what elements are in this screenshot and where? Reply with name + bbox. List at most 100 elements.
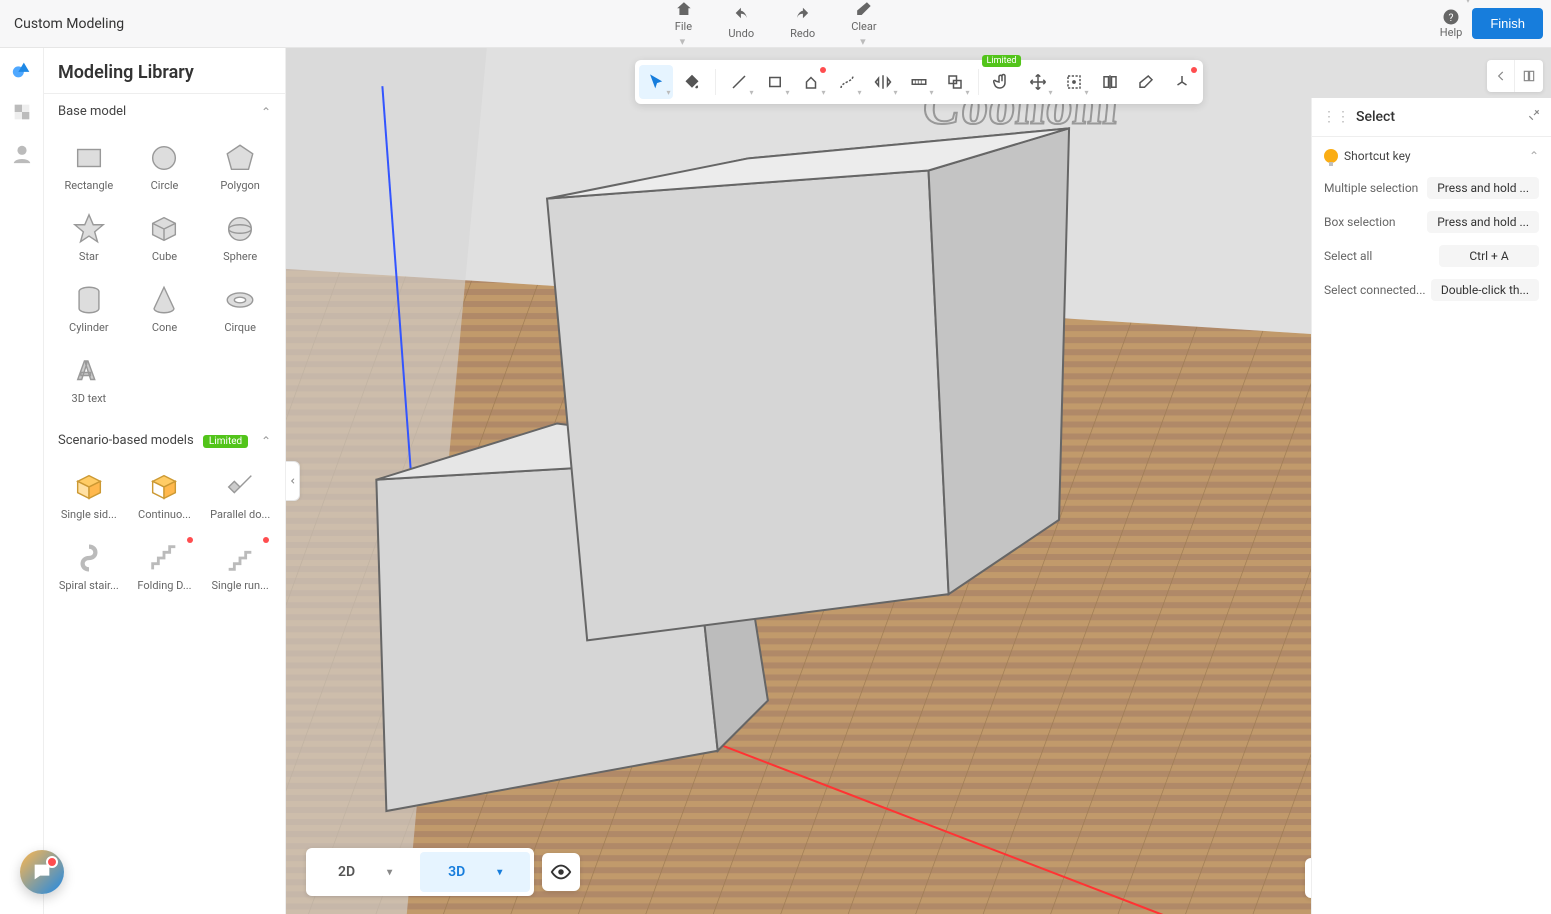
view-segment: 2D ▾ 3D ▾ bbox=[306, 848, 534, 896]
scenario-single-sided[interactable]: Single sid... bbox=[54, 462, 124, 527]
chat-icon bbox=[31, 861, 53, 883]
shape-label: Cylinder bbox=[69, 321, 109, 334]
base-model-grid: Rectangle Circle Polygon Star Cube Spher… bbox=[44, 129, 285, 423]
tool-paint[interactable] bbox=[675, 65, 709, 99]
eye-icon bbox=[550, 861, 572, 883]
toolbar-separator bbox=[978, 69, 979, 95]
shape-polygon[interactable]: Polygon bbox=[205, 133, 275, 198]
redo-icon bbox=[794, 7, 812, 25]
scenario-label-text: Parallel do... bbox=[210, 508, 270, 521]
new-indicator bbox=[187, 537, 193, 543]
drag-handle-icon[interactable]: ⋮⋮ bbox=[1322, 109, 1350, 125]
chevron-up-icon: ⌃ bbox=[1529, 149, 1539, 163]
view-mode-toggle: 2D ▾ 3D ▾ bbox=[306, 848, 580, 896]
shape-3d-text[interactable]: A 3D text bbox=[54, 346, 124, 411]
shortcut-value: Press and hold ... bbox=[1427, 211, 1539, 233]
help-button[interactable]: ? Help ▾ bbox=[1440, 8, 1463, 39]
polygon-icon bbox=[223, 141, 257, 175]
modeling-tab[interactable] bbox=[10, 58, 34, 82]
clear-label: Clear bbox=[851, 20, 876, 33]
shortcut-row: Select connected... Double-click th... bbox=[1312, 273, 1551, 307]
cone-icon bbox=[147, 283, 181, 317]
text-3d-icon: A bbox=[72, 354, 106, 388]
tool-push-pull[interactable]: ▾ bbox=[794, 65, 828, 99]
scenario-single-run[interactable]: Single run... bbox=[205, 533, 275, 598]
spiral-icon bbox=[72, 541, 106, 575]
path-icon bbox=[838, 73, 856, 91]
chat-fab-button[interactable] bbox=[20, 850, 64, 894]
collapse-corner-icon bbox=[1527, 108, 1541, 122]
view-3d-button[interactable]: 3D ▾ bbox=[420, 852, 530, 892]
panel-toggle-buttons bbox=[1487, 60, 1543, 92]
toggle-grid-panel[interactable] bbox=[1515, 60, 1543, 92]
chevron-down-icon: ▾ bbox=[860, 35, 866, 48]
shape-cube[interactable]: Cube bbox=[130, 204, 200, 269]
tool-rect[interactable]: ▾ bbox=[758, 65, 792, 99]
tool-move[interactable]: ▾ bbox=[1021, 65, 1055, 99]
tool-path[interactable]: ▾ bbox=[830, 65, 864, 99]
svg-text:A: A bbox=[77, 357, 95, 387]
torus-icon bbox=[223, 283, 257, 317]
finish-button[interactable]: Finish bbox=[1472, 8, 1543, 39]
tool-mirror[interactable]: ▾ bbox=[866, 65, 900, 99]
tool-scale[interactable]: ▾ bbox=[1057, 65, 1091, 99]
rect-tool-icon bbox=[766, 73, 784, 91]
tool-eraser[interactable] bbox=[1129, 65, 1163, 99]
shortcut-row: Box selection Press and hold ... bbox=[1312, 205, 1551, 239]
viewport-3d[interactable]: Coohom ▾ ▾ ▾ bbox=[286, 48, 1551, 914]
shape-rectangle[interactable]: Rectangle bbox=[54, 133, 124, 198]
scenario-header[interactable]: Scenario-based models Limited ⌃ bbox=[44, 423, 285, 458]
scenario-folding-door[interactable]: Folding D... bbox=[130, 533, 200, 598]
shortcut-value: Double-click th... bbox=[1431, 279, 1539, 301]
shape-cirque[interactable]: Cirque bbox=[205, 275, 275, 340]
scale-selection-icon bbox=[1065, 73, 1083, 91]
pin-panel-button[interactable] bbox=[1527, 108, 1541, 126]
shape-circle[interactable]: Circle bbox=[130, 133, 200, 198]
tool-axis-move[interactable] bbox=[1165, 65, 1199, 99]
base-model-header[interactable]: Base model ⌃ bbox=[44, 94, 285, 129]
shape-label: Cone bbox=[152, 321, 177, 334]
shape-cone[interactable]: Cone bbox=[130, 275, 200, 340]
profile-tab[interactable] bbox=[10, 142, 34, 166]
scenario-parallel-door[interactable]: Parallel do... bbox=[205, 462, 275, 527]
shape-label: Cube bbox=[152, 250, 177, 263]
shape-cylinder[interactable]: Cylinder bbox=[54, 275, 124, 340]
shortcut-section-header[interactable]: Shortcut key ⌃ bbox=[1312, 141, 1551, 171]
sphere-icon bbox=[223, 212, 257, 246]
clear-button[interactable]: Clear ▾ bbox=[847, 0, 880, 48]
limited-badge: Limited bbox=[203, 435, 248, 448]
shape-sphere[interactable]: Sphere bbox=[205, 204, 275, 269]
shortcut-value: Press and hold ... bbox=[1427, 177, 1539, 199]
new-indicator bbox=[263, 537, 269, 543]
materials-tab[interactable] bbox=[10, 100, 34, 124]
library-title: Modeling Library bbox=[44, 48, 285, 94]
scenario-spiral-stair[interactable]: Spiral stair... bbox=[54, 533, 124, 598]
tool-select[interactable]: ▾ bbox=[639, 65, 673, 99]
tool-line[interactable]: ▾ bbox=[722, 65, 756, 99]
help-icon: ? bbox=[1442, 8, 1460, 26]
visibility-button[interactable] bbox=[542, 853, 580, 891]
scenario-label-text: Continuo... bbox=[138, 508, 191, 521]
shape-label: Sphere bbox=[223, 250, 257, 263]
collapse-right-panel[interactable] bbox=[1487, 60, 1515, 92]
toolbar-separator bbox=[715, 69, 716, 95]
undo-icon bbox=[732, 7, 750, 25]
collapse-library-tab[interactable] bbox=[286, 461, 300, 501]
view-3d-label: 3D bbox=[434, 858, 479, 886]
shape-star[interactable]: Star bbox=[54, 204, 124, 269]
tool-dimension[interactable]: ▾ bbox=[902, 65, 936, 99]
scenario-grid: Single sid... Continuo... Parallel do...… bbox=[44, 458, 285, 610]
top-bar: Custom Modeling File ▾ Undo Redo Clear ▾… bbox=[0, 0, 1551, 48]
shortcut-row: Select all Ctrl + A bbox=[1312, 239, 1551, 273]
tool-hand[interactable]: Limited bbox=[985, 65, 1019, 99]
view-2d-button[interactable]: 2D ▾ bbox=[310, 852, 420, 892]
tool-flip[interactable] bbox=[1093, 65, 1127, 99]
tool-copy-array[interactable]: ▾ bbox=[938, 65, 972, 99]
move-icon bbox=[1029, 73, 1047, 91]
undo-button[interactable]: Undo bbox=[724, 7, 758, 40]
undo-label: Undo bbox=[728, 27, 754, 40]
redo-button[interactable]: Redo bbox=[786, 7, 819, 40]
scenario-continuous[interactable]: Continuo... bbox=[130, 462, 200, 527]
stairs-up-icon bbox=[223, 541, 257, 575]
file-menu[interactable]: File ▾ bbox=[670, 0, 696, 48]
